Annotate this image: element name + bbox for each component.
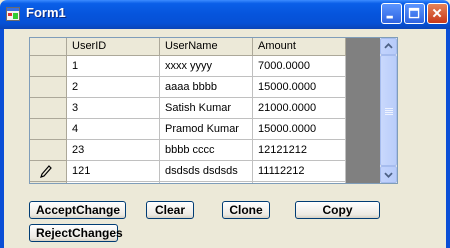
chevron-up-icon xyxy=(384,43,393,49)
amount-cell[interactable]: 21000.0000 xyxy=(253,98,346,119)
username-cell[interactable]: bbbb cccc xyxy=(160,140,253,161)
pencil-icon xyxy=(40,165,52,178)
grid-vertical-scrollbar[interactable] xyxy=(380,38,397,183)
window-title: Form1 xyxy=(26,5,66,20)
new-row-cell[interactable] xyxy=(67,182,160,183)
scroll-thumb-grip xyxy=(385,110,393,111)
copy-button[interactable]: Copy xyxy=(295,201,380,219)
column-header-userid[interactable]: UserID xyxy=(67,38,160,56)
userid-cell[interactable]: 2 xyxy=(67,77,160,98)
clone-button[interactable]: Clone xyxy=(222,201,270,219)
scroll-up-button[interactable] xyxy=(380,38,397,55)
new-row-cell[interactable] xyxy=(253,182,346,183)
scroll-thumb-grip xyxy=(385,114,393,115)
window-frame-right xyxy=(446,29,450,248)
row-header[interactable] xyxy=(30,161,67,182)
row-header[interactable] xyxy=(30,98,67,119)
form-window: Form1 UserID UserName Amount 1 xxxx yyyy 7… xyxy=(0,0,450,248)
accept-changes-button[interactable]: AcceptChange xyxy=(29,201,126,219)
clear-button[interactable]: Clear xyxy=(146,201,194,219)
maximize-button[interactable] xyxy=(404,3,425,24)
column-header-username[interactable]: UserName xyxy=(160,38,253,56)
data-grid[interactable]: UserID UserName Amount 1 xxxx yyyy 7000.00… xyxy=(29,37,398,184)
close-button[interactable] xyxy=(427,3,448,24)
amount-cell[interactable]: 15000.0000 xyxy=(253,119,346,140)
close-icon xyxy=(432,8,442,18)
minimize-button[interactable] xyxy=(381,3,402,24)
grid-corner-header[interactable] xyxy=(30,38,67,56)
userid-cell[interactable]: 3 xyxy=(67,98,160,119)
row-header[interactable] xyxy=(30,56,67,77)
userid-cell[interactable]: 121 xyxy=(67,161,160,182)
row-header[interactable] xyxy=(30,119,67,140)
column-header-amount[interactable]: Amount xyxy=(253,38,346,56)
row-header[interactable] xyxy=(30,140,67,161)
amount-cell[interactable]: 11112212 xyxy=(253,161,346,182)
title-bar[interactable]: Form1 xyxy=(0,0,450,29)
userid-cell[interactable]: 23 xyxy=(67,140,160,161)
form-icon xyxy=(6,7,20,21)
new-row-cell[interactable] xyxy=(160,182,253,183)
amount-cell[interactable]: 7000.0000 xyxy=(253,56,346,77)
username-cell[interactable]: dsdsds dsdsds xyxy=(160,161,253,182)
amount-cell[interactable]: 15000.0000 xyxy=(253,77,346,98)
username-cell[interactable]: aaaa bbbb xyxy=(160,77,253,98)
scroll-thumb-grip xyxy=(385,108,393,109)
userid-cell[interactable]: 4 xyxy=(67,119,160,140)
scroll-down-button[interactable] xyxy=(380,166,397,183)
username-cell[interactable]: Satish Kumar xyxy=(160,98,253,119)
new-row-header[interactable] xyxy=(30,182,67,183)
reject-changes-button[interactable]: RejectChanges xyxy=(29,224,123,242)
scroll-thumb-grip xyxy=(385,112,393,113)
userid-cell[interactable]: 1 xyxy=(67,56,160,77)
username-cell[interactable]: Pramod Kumar xyxy=(160,119,253,140)
minimize-icon xyxy=(386,15,393,19)
scroll-thumb[interactable] xyxy=(380,55,397,166)
amount-cell[interactable]: 12121212 xyxy=(253,140,346,161)
username-cell[interactable]: xxxx yyyy xyxy=(160,56,253,77)
row-header[interactable] xyxy=(30,77,67,98)
window-frame-left xyxy=(0,29,4,248)
maximize-icon xyxy=(408,7,420,19)
chevron-down-icon xyxy=(384,172,393,178)
